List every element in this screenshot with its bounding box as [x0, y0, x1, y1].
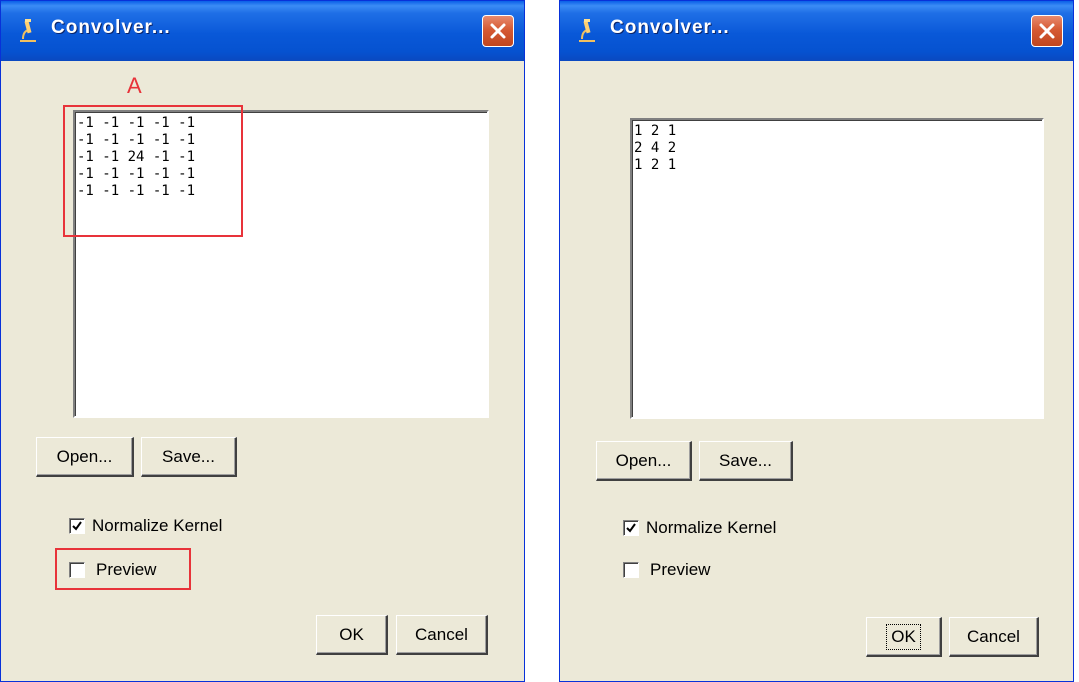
microscope-icon — [576, 17, 598, 43]
normalize-kernel-label: Normalize Kernel — [646, 518, 777, 537]
annotation-box-preview — [55, 548, 191, 590]
annotation-label: A — [127, 73, 142, 98]
preview-checkbox[interactable] — [623, 562, 639, 578]
save-button-label: Save... — [162, 446, 215, 466]
open-button[interactable]: Open... — [596, 441, 692, 481]
cancel-button[interactable]: Cancel — [396, 615, 488, 655]
normalize-kernel-option[interactable]: Normalize Kernel — [623, 518, 776, 538]
title-bar[interactable]: Convolver... — [560, 1, 1073, 61]
cancel-button[interactable]: Cancel — [949, 617, 1039, 657]
microscope-icon — [17, 17, 39, 43]
open-button-label: Open... — [56, 446, 113, 466]
normalize-kernel-option[interactable]: Normalize Kernel — [69, 516, 222, 536]
window-title: Convolver... — [610, 17, 730, 38]
preview-option[interactable]: Preview — [623, 560, 710, 580]
ok-button[interactable]: OK — [866, 617, 942, 657]
convolver-dialog-left: Convolver... A -1 -1 -1 -1 -1 -1 -1 -1 -… — [0, 0, 525, 682]
window-title: Convolver... — [51, 17, 171, 38]
save-button[interactable]: Save... — [141, 437, 237, 477]
convolver-dialog-right: Convolver... 1 2 1 2 4 2 1 2 1 Open... S… — [559, 0, 1074, 682]
ok-button[interactable]: OK — [316, 615, 388, 655]
save-button[interactable]: Save... — [699, 441, 793, 481]
checkmark-icon — [626, 523, 636, 533]
checkmark-icon — [72, 521, 82, 531]
normalize-kernel-checkbox[interactable] — [623, 520, 639, 536]
normalize-kernel-checkbox[interactable] — [69, 518, 85, 534]
open-button[interactable]: Open... — [36, 437, 134, 477]
ok-button-label: OK — [339, 624, 364, 644]
cancel-button-label: Cancel — [415, 624, 468, 644]
dialog-body: A -1 -1 -1 -1 -1 -1 -1 -1 -1 -1 -1 -1 24… — [7, 61, 518, 675]
close-button[interactable] — [482, 15, 514, 47]
dialog-body: 1 2 1 2 4 2 1 2 1 Open... Save... Normal… — [566, 61, 1067, 675]
preview-label: Preview — [650, 560, 711, 579]
close-button[interactable] — [1031, 15, 1063, 47]
open-button-label: Open... — [615, 450, 672, 470]
annotation-box-kernel — [63, 105, 243, 237]
kernel-textarea[interactable]: 1 2 1 2 4 2 1 2 1 — [630, 118, 1044, 419]
close-icon — [1039, 23, 1055, 39]
normalize-kernel-label: Normalize Kernel — [92, 516, 223, 535]
save-button-label: Save... — [719, 450, 772, 470]
cancel-button-label: Cancel — [967, 626, 1020, 646]
close-icon — [490, 23, 506, 39]
title-bar[interactable]: Convolver... — [1, 1, 524, 61]
ok-button-label: OK — [886, 623, 921, 650]
